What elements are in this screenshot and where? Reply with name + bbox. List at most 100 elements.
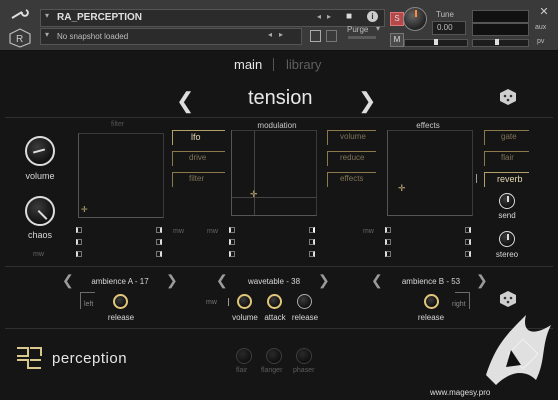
fx-slider-3-left[interactable] — [385, 251, 391, 257]
fx-flair-label: flair — [501, 153, 514, 162]
filter-slider-1-right[interactable] — [156, 227, 162, 233]
snapshot-text: No snapshot loaded — [57, 32, 129, 41]
mod-reduce-button[interactable]: reduce — [327, 151, 376, 166]
volume-slider[interactable] — [472, 39, 529, 47]
preset-name: tension — [248, 87, 313, 109]
wavetable-attack-knob[interactable] — [267, 294, 282, 309]
filter-filter-button[interactable]: filter — [172, 172, 225, 187]
purge-dropdown-icon[interactable]: ▾ — [376, 24, 380, 33]
phaser-knob[interactable] — [296, 348, 312, 364]
engine-a-prev-icon[interactable]: ❮ — [62, 272, 74, 289]
next-instrument-icon[interactable]: ▸ — [327, 12, 331, 21]
engine-b-release-knob[interactable] — [424, 294, 439, 309]
engine-b-name: ambience B - 53 — [401, 277, 461, 286]
fx-gate-label: gate — [501, 132, 517, 141]
chaos-knob[interactable] — [25, 196, 55, 226]
wavetable-next-icon[interactable]: ❯ — [318, 272, 330, 289]
send-knob[interactable] — [499, 193, 515, 209]
engine-b-prev-icon[interactable]: ❮ — [371, 272, 383, 289]
wavetable-attack-label: attack — [264, 313, 286, 322]
mute-button[interactable]: M — [390, 33, 404, 47]
next-snapshot-icon[interactable]: ▸ — [279, 30, 283, 39]
pan-slider[interactable] — [404, 39, 468, 47]
dropdown-icon[interactable]: ▾ — [45, 11, 49, 20]
fx-slider-1-right[interactable] — [465, 227, 471, 233]
info-icon[interactable]: i — [367, 11, 378, 22]
aux-button[interactable]: aux — [535, 24, 546, 31]
engine-a-release-label: release — [107, 313, 135, 322]
wavetable-volume-knob[interactable] — [237, 294, 252, 309]
fx-slider-2-right[interactable] — [465, 239, 471, 245]
stereo-knob[interactable] — [499, 231, 515, 247]
mod-slider-2-left[interactable] — [229, 239, 235, 245]
tab-library[interactable]: library — [286, 57, 321, 72]
instrument-header: R ▾ RA_PERCEPTION ◂ ▸ ■ i ▾ No snapshot … — [0, 0, 558, 51]
mod-slider-2-right[interactable] — [309, 239, 315, 245]
pv-button[interactable]: pv — [537, 38, 544, 45]
filter-slider-3-right[interactable] — [156, 251, 162, 257]
prev-snapshot-icon[interactable]: ◂ — [268, 30, 272, 39]
effects-section-title: effects — [416, 121, 440, 130]
camera-icon[interactable]: ■ — [346, 11, 352, 22]
mod-effects-label: effects — [340, 174, 364, 183]
fx-slider-3-right[interactable] — [465, 251, 471, 257]
filter-slider-1-left[interactable] — [76, 227, 82, 233]
mod-slider-3-right[interactable] — [309, 251, 315, 257]
close-icon[interactable]: ✕ — [538, 6, 550, 18]
engine-a-release-knob[interactable] — [113, 294, 128, 309]
fx-slider-1-left[interactable] — [385, 227, 391, 233]
filter-slider-2-left[interactable] — [76, 239, 82, 245]
wavetable-release-label: release — [291, 313, 319, 322]
dice-randomize-icon[interactable] — [499, 88, 517, 106]
prev-instrument-icon[interactable]: ◂ — [317, 12, 321, 21]
purge-indicator — [348, 36, 376, 39]
fx-flair-button[interactable]: flair — [484, 151, 529, 166]
engine-a-side-label: left — [84, 301, 94, 308]
volume-knob-label: volume — [25, 171, 55, 181]
modulation-xy-cursor[interactable]: ✛ — [250, 189, 260, 199]
prev-preset-icon[interactable]: ❮ — [176, 88, 194, 114]
fx-gate-button[interactable]: gate — [484, 130, 529, 145]
next-preset-icon[interactable]: ❯ — [358, 88, 376, 114]
effects-xy-cursor[interactable]: ✛ — [398, 183, 408, 193]
filter-drive-button[interactable]: drive — [172, 151, 225, 166]
wavetable-release-knob[interactable] — [297, 294, 312, 309]
mod-slider-1-left[interactable] — [229, 227, 235, 233]
solo-button[interactable]: S — [390, 12, 404, 26]
fx-slider-2-left[interactable] — [385, 239, 391, 245]
flanger-knob-label: flanger — [261, 367, 283, 374]
engine-a-next-icon[interactable]: ❯ — [166, 272, 178, 289]
reverb-indicator — [476, 174, 477, 183]
filter-slider-3-left[interactable] — [76, 251, 82, 257]
mod-volume-button[interactable]: volume — [327, 130, 376, 145]
effects-xy-pad[interactable]: ✛ — [387, 130, 473, 216]
tune-value-box[interactable]: 0.00 — [432, 21, 466, 35]
modulation-guide-v — [254, 131, 255, 215]
fx-reverb-button[interactable]: reverb — [484, 172, 529, 187]
filter-slider-2-right[interactable] — [156, 239, 162, 245]
snapshot-dropdown-icon[interactable]: ▾ — [45, 30, 49, 39]
flair-knob-label: flair — [236, 367, 248, 374]
phaser-knob-label: phaser — [293, 367, 315, 374]
flair-knob[interactable] — [236, 348, 252, 364]
wavetable-name: wavetable - 38 — [247, 277, 301, 286]
save-snapshot-icon[interactable] — [310, 30, 321, 42]
tab-main[interactable]: main — [234, 57, 262, 72]
wrench-icon[interactable] — [10, 8, 30, 22]
mod-effects-button[interactable]: effects — [327, 172, 376, 187]
filter-lfo-button[interactable]: lfo — [172, 130, 225, 145]
filter-xy-cursor[interactable]: ✛ — [81, 206, 89, 214]
tune-knob[interactable] — [403, 7, 427, 31]
snapshot-box: ▾ No snapshot loaded ◂ ▸ — [40, 28, 302, 45]
delete-snapshot-icon[interactable] — [326, 30, 337, 42]
fx-reverb-label: reverb — [497, 174, 523, 184]
filter-xy-pad[interactable]: ✛ — [78, 133, 164, 218]
engine-b-next-icon[interactable]: ❯ — [476, 272, 488, 289]
wavetable-prev-icon[interactable]: ❮ — [216, 272, 228, 289]
mod-slider-1-right[interactable] — [309, 227, 315, 233]
modulation-xy-pad[interactable]: ✛ — [231, 130, 317, 216]
volume-knob[interactable] — [25, 136, 55, 166]
purge-button[interactable]: Purge — [347, 25, 368, 34]
mod-slider-3-left[interactable] — [229, 251, 235, 257]
flanger-knob[interactable] — [266, 348, 282, 364]
